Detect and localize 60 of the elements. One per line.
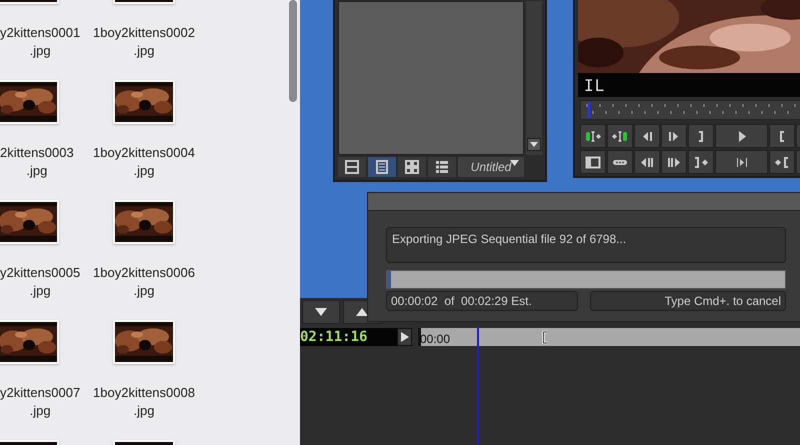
file-name[interactable]: 1boy2kittens0002 .jpg <box>93 24 195 60</box>
panel-icon <box>585 154 601 170</box>
transport-button[interactable] <box>580 150 606 174</box>
position-marker[interactable] <box>588 102 590 118</box>
file-name[interactable]: 2kittens0003 .jpg <box>0 144 74 180</box>
monitor-info: IL <box>584 76 606 95</box>
caret-icon <box>510 160 519 166</box>
file-name[interactable]: 1boy2kittens0006 .jpg <box>93 264 195 300</box>
transport-button[interactable] <box>769 150 795 174</box>
scrollbar[interactable] <box>289 0 297 102</box>
elapsed-time: 00:00:02 of 00:02:29 Est. <box>386 291 578 311</box>
view-button[interactable] <box>368 157 396 177</box>
view-button[interactable] <box>398 157 426 177</box>
view-button[interactable] <box>428 157 456 177</box>
file-thumbnail[interactable] <box>113 320 175 364</box>
text-view-icon <box>374 159 390 175</box>
export-message: Exporting JPEG Sequential file 92 of 6798... <box>386 227 786 263</box>
transport-button[interactable] <box>634 150 660 174</box>
file-thumbnail[interactable] <box>0 320 59 364</box>
file-thumbnail[interactable] <box>0 200 59 244</box>
transport-button[interactable] <box>661 150 687 174</box>
transport-button[interactable] <box>661 124 687 148</box>
file-name[interactable]: 1boy2kittens0008 .jpg <box>93 384 195 420</box>
ruler-time: 00:00 <box>420 332 450 346</box>
transport-button[interactable] <box>688 150 714 174</box>
caret-icon <box>315 308 327 316</box>
transport-button[interactable] <box>607 150 633 174</box>
transport-button[interactable] <box>607 124 633 148</box>
file-name[interactable]: y2kittens0007 .jpg <box>0 384 80 420</box>
go-to-in-icon <box>774 154 790 170</box>
transport-button[interactable] <box>715 124 768 148</box>
cancel-hint: Type Cmd+. to cancel <box>590 291 786 311</box>
mark-clip-icon <box>612 128 628 144</box>
play-icon <box>400 332 408 342</box>
mark-clip-icon <box>585 128 601 144</box>
grid-view-icon <box>404 159 420 175</box>
play-button[interactable] <box>397 328 412 346</box>
list-view-icon <box>434 159 450 175</box>
file-thumbnail[interactable] <box>113 200 175 244</box>
file-thumbnail[interactable] <box>0 80 59 124</box>
scroll-down-button[interactable] <box>527 138 541 151</box>
caret-icon <box>356 308 368 316</box>
go-to-out-icon <box>693 154 709 170</box>
file-name[interactable]: y2kittens0005 .jpg <box>0 264 80 300</box>
bin-title-menu[interactable]: Untitled <box>458 157 524 177</box>
caret-icon <box>530 142 538 147</box>
mark-in-icon <box>542 331 548 344</box>
file-name[interactable]: y2kittens0001 .jpg <box>0 24 80 60</box>
transport-button[interactable] <box>769 124 795 148</box>
timeline-ruler[interactable]: 00:00 <box>418 328 800 346</box>
frame-view-icon <box>344 159 360 175</box>
transport-button[interactable] <box>688 124 714 148</box>
transport-button[interactable] <box>715 150 768 174</box>
file-thumbnail[interactable] <box>113 80 175 124</box>
move-down-button[interactable] <box>302 300 340 324</box>
transport-button[interactable] <box>580 124 606 148</box>
view-button[interactable] <box>338 157 366 177</box>
file-name[interactable]: 1boy2kittens0004 .jpg <box>93 144 195 180</box>
timecode-display: 02:11:16 <box>300 328 397 346</box>
transport-button[interactable] <box>634 124 660 148</box>
